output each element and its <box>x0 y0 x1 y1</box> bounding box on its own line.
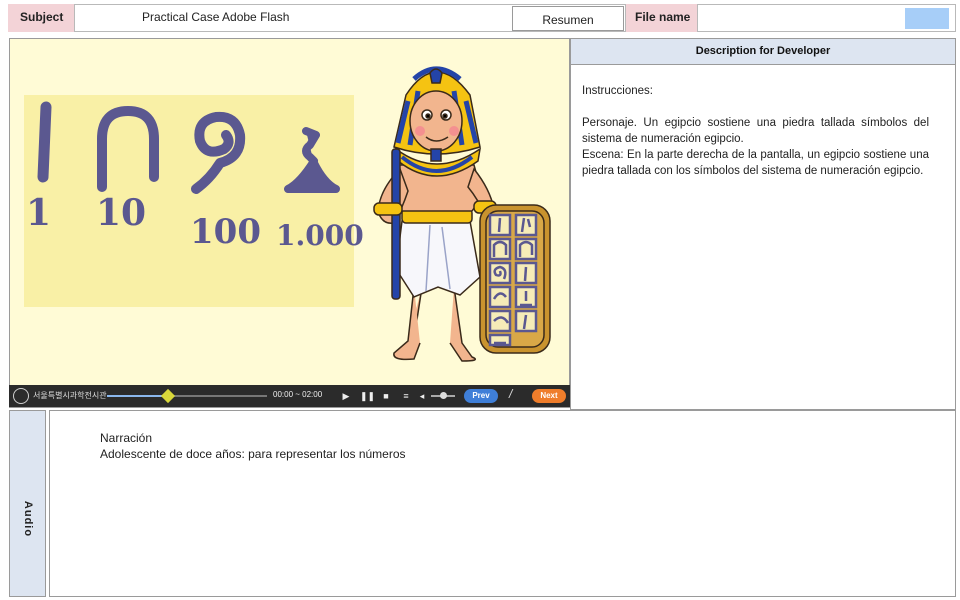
media-player-bar: 서울특별시과학전시관 00:00 ~ 02:00 ▶ ❚❚ ■ ≡ ◂ Prev… <box>9 385 570 407</box>
description-title: Description for Developer <box>571 39 955 65</box>
audio-panel: Narración Adolescente de doce años: para… <box>49 410 956 597</box>
stop-icon[interactable]: ■ <box>380 389 392 403</box>
volume-knob[interactable] <box>440 392 447 399</box>
resumen-button[interactable]: Resumen <box>512 6 624 31</box>
subject-value: Practical Case Adobe Flash <box>142 10 290 24</box>
time-readout: 00:00 ~ 02:00 <box>273 390 323 399</box>
institution-name: 서울특별시과학전시관 <box>33 391 107 400</box>
description-character: Personaje. Un egipcio sostiene una piedr… <box>582 117 929 145</box>
volume-icon: ◂ <box>419 391 425 401</box>
numeral-value-10: 10 <box>96 192 146 234</box>
file-name-label: File name <box>625 4 698 32</box>
next-button[interactable]: Next <box>532 389 566 403</box>
play-icon[interactable]: ▶ <box>340 389 352 403</box>
nav-separator: / <box>509 387 513 401</box>
numeral-value-100: 100 <box>190 212 261 252</box>
stage-canvas: 1 10 100 1.000 <box>9 38 570 408</box>
menu-icon[interactable]: ≡ <box>400 389 412 403</box>
description-panel: Description for Developer Instrucciones:… <box>570 38 956 410</box>
pharaoh-character <box>373 66 497 362</box>
seek-progress <box>107 395 168 397</box>
institution-logo-icon <box>13 388 29 404</box>
narration-text: Narración Adolescente de doce años: para… <box>100 430 406 462</box>
narration-title: Narración <box>100 431 153 445</box>
staff-icon <box>391 148 401 300</box>
numeral-value-1000: 1.000 <box>276 219 364 252</box>
file-name-swatch <box>904 7 950 30</box>
numeral-value-1: 1 <box>26 192 51 234</box>
description-scene: Escena: En la parte derecha de la pantal… <box>582 149 929 177</box>
description-body: Instrucciones: Personaje. Un egipcio sos… <box>571 65 955 179</box>
subject-label: Subject <box>8 4 75 32</box>
audio-label: Audio <box>22 500 34 538</box>
prev-button[interactable]: Prev <box>464 389 498 403</box>
description-intro: Instrucciones: <box>582 85 653 97</box>
audio-label-box: Audio <box>9 410 46 597</box>
numeral-board <box>24 95 354 307</box>
narration-line: Adolescente de doce años: para represent… <box>100 447 406 461</box>
pause-icon[interactable]: ❚❚ <box>360 389 375 403</box>
stage-illustration: 1 10 100 1.000 <box>24 66 551 362</box>
hieroglyph-1-stroke-icon <box>37 101 52 183</box>
seek-handle[interactable] <box>160 388 176 404</box>
